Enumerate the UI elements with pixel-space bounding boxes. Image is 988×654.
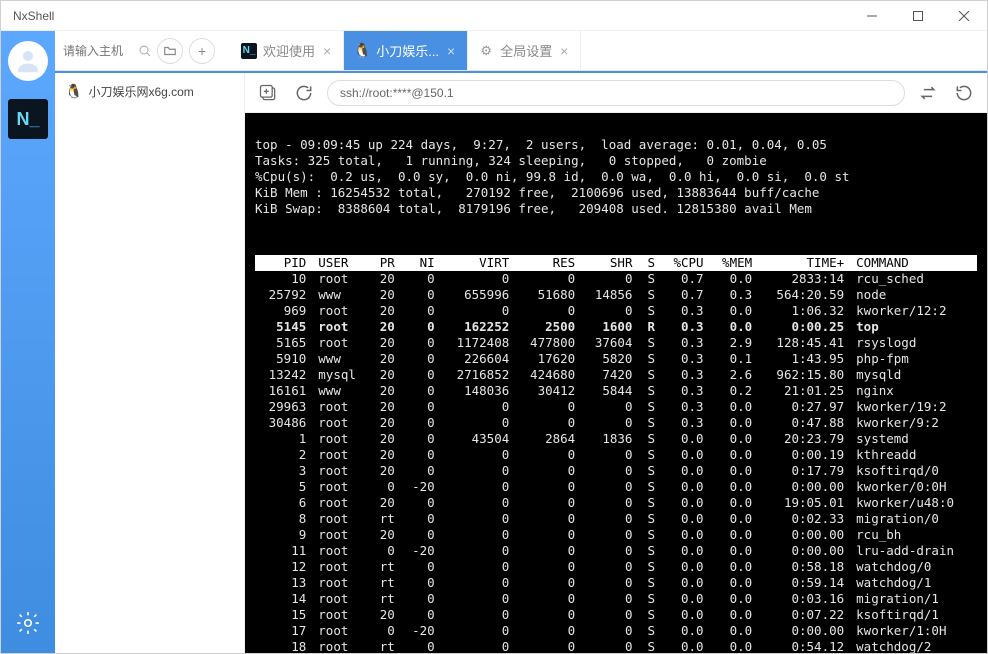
process-row: 5910www200226604176205820S0.30.11:43.95p… (255, 351, 977, 367)
folder-button[interactable] (157, 38, 183, 64)
tab-0[interactable]: N_ 欢迎使用 × (231, 31, 344, 70)
col-header: VIRT (441, 255, 516, 271)
user-avatar[interactable] (8, 41, 48, 81)
col-header: USER (312, 255, 369, 271)
col-header: %CPU (661, 255, 710, 271)
process-row: 13242mysql20027168524246807420S0.32.6962… (255, 367, 977, 383)
maximize-button[interactable] (895, 1, 941, 31)
refresh-button[interactable] (291, 80, 317, 106)
host-tree: 🐧 小刀娱乐网x6g.com (55, 73, 245, 653)
process-row: 5145root20016225225001600R0.30.00:00.25t… (255, 319, 977, 335)
col-header: PR (370, 255, 401, 271)
process-row: 5root0-20000S0.00.00:00.00kworker/0:0H (255, 479, 977, 495)
gear-icon: ⚙ (478, 43, 494, 59)
tux-icon: 🐧 (65, 83, 82, 100)
process-row: 17root0-20000S0.00.00:00.00kworker/1:0H (255, 623, 977, 639)
tabs-row: + N_ 欢迎使用 × 🐧 小刀娱乐... × ⚙ 全局设置 × (55, 31, 987, 71)
process-row: 2root200000S0.00.00:00.19kthreadd (255, 447, 977, 463)
process-row: 13rootrt0000S0.00.00:59.14watchdog/1 (255, 575, 977, 591)
process-row: 29963root200000S0.30.00:27.97kworker/19:… (255, 399, 977, 415)
tab-close-icon[interactable]: × (321, 43, 333, 59)
tab-close-icon[interactable]: × (558, 43, 570, 59)
col-header: COMMAND (850, 255, 977, 271)
tab-label: 小刀娱乐... (376, 41, 439, 60)
col-header: %MEM (710, 255, 759, 271)
tree-item-label: 小刀娱乐网x6g.com (88, 83, 193, 100)
forward-button[interactable] (951, 80, 977, 106)
titlebar: NxShell (1, 1, 987, 31)
search-icon (139, 45, 151, 57)
minimize-button[interactable] (849, 1, 895, 31)
col-header: NI (401, 255, 441, 271)
terminal-output[interactable]: top - 09:09:45 up 224 days, 9:27, 2 user… (245, 113, 987, 653)
tab-label: 全局设置 (500, 41, 552, 60)
process-row: 14rootrt0000S0.00.00:03.16migration/1 (255, 591, 977, 607)
settings-icon[interactable] (15, 610, 41, 639)
col-header: RES (515, 255, 581, 271)
app-logo-icon[interactable]: N_ (8, 99, 48, 139)
app-title: NxShell (13, 9, 54, 23)
new-tab-button[interactable] (255, 80, 281, 106)
col-header: S (638, 255, 661, 271)
process-row: 11root0-20000S0.00.00:00.00lru-add-drain (255, 543, 977, 559)
process-row: 1root2004350428641836S0.00.020:23.79syst… (255, 431, 977, 447)
process-row: 969root200000S0.30.01:06.32kworker/12:2 (255, 303, 977, 319)
process-row: 8rootrt0000S0.00.00:02.33migration/0 (255, 511, 977, 527)
col-header: PID (255, 255, 312, 271)
process-row: 9root200000S0.00.00:00.00rcu_bh (255, 527, 977, 543)
process-row: 6root200000S0.00.019:05.01kworker/u48:0 (255, 495, 977, 511)
tab-close-icon[interactable]: × (445, 43, 457, 59)
col-header: SHR (581, 255, 638, 271)
tab-label: 欢迎使用 (263, 41, 315, 60)
process-row: 16161www200148036304125844S0.30.221:01.2… (255, 383, 977, 399)
close-button[interactable] (941, 1, 987, 31)
tux-icon: 🐧 (354, 43, 370, 59)
col-header: TIME+ (758, 255, 850, 271)
add-button[interactable]: + (189, 38, 215, 64)
left-rail: N_ (1, 31, 55, 653)
host-input[interactable] (63, 44, 133, 58)
terminal-toolbar: ssh://root:****@150.1 (245, 73, 987, 113)
process-row: 10root200000S0.70.02833:14rcu_sched (255, 271, 977, 287)
tab-2[interactable]: ⚙ 全局设置 × (468, 31, 581, 70)
n-icon: N_ (241, 43, 257, 59)
process-row: 18rootrt0000S0.00.00:54.12watchdog/2 (255, 639, 977, 653)
process-row: 25792www2006559965168014856S0.70.3564:20… (255, 287, 977, 303)
process-row: 15root200000S0.00.00:07.22ksoftirqd/1 (255, 607, 977, 623)
tab-1[interactable]: 🐧 小刀娱乐... × (344, 31, 468, 70)
process-row: 3root200000S0.00.00:17.79ksoftirqd/0 (255, 463, 977, 479)
tree-item[interactable]: 🐧 小刀娱乐网x6g.com (55, 79, 244, 104)
process-row: 12rootrt0000S0.00.00:58.18watchdog/0 (255, 559, 977, 575)
transfer-button[interactable] (915, 80, 941, 106)
address-text: ssh://root:****@150.1 (340, 86, 454, 100)
process-row: 5165root200117240847780037604S0.32.9128:… (255, 335, 977, 351)
address-bar[interactable]: ssh://root:****@150.1 (327, 80, 905, 106)
process-row: 30486root200000S0.30.00:47.88kworker/9:2 (255, 415, 977, 431)
